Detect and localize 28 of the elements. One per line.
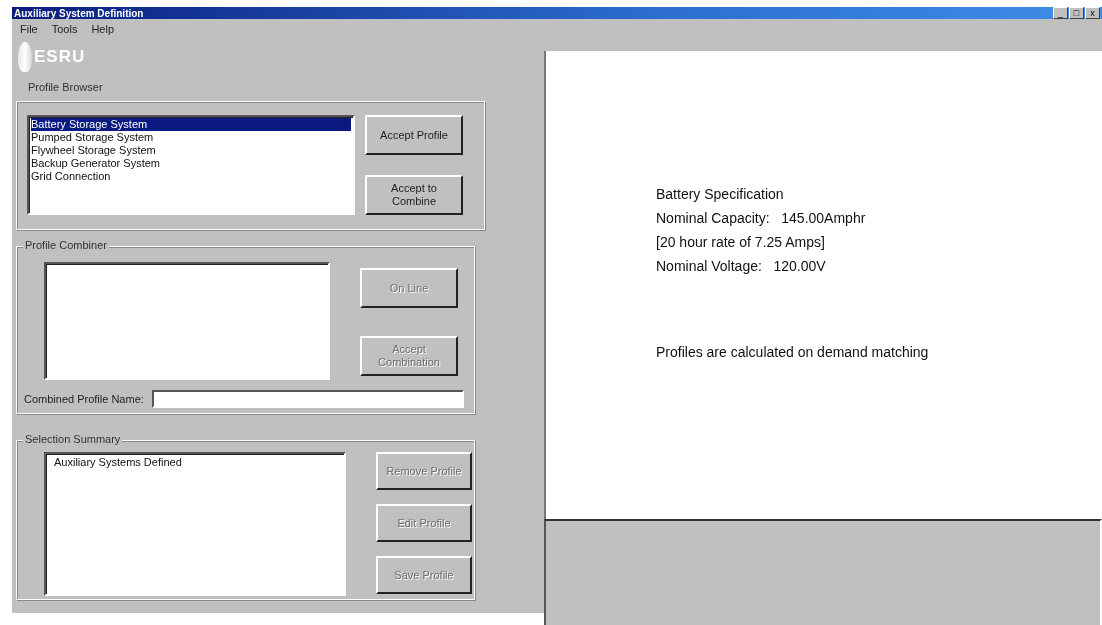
profile-list[interactable]: Battery Storage System Pumped Storage System Flywheel Storage System Backup Generator System Grid Connection bbox=[27, 115, 355, 215]
group-label: Profile Combiner bbox=[23, 239, 109, 251]
group-label: Profile Browser bbox=[27, 80, 104, 95]
detail-text: Nominal Voltage: 120.00V bbox=[656, 258, 827, 274]
button[interactable]: Accept to Combine bbox=[365, 175, 463, 215]
field-label: Combined Profile Name: bbox=[24, 393, 144, 405]
list-item[interactable]: Grid Connection bbox=[31, 170, 351, 183]
list-item[interactable]: Battery Storage System bbox=[31, 118, 351, 131]
combiner-list[interactable] bbox=[44, 262, 330, 380]
detail-text: Battery Specification bbox=[656, 186, 785, 202]
maximize-button[interactable]: □ bbox=[1069, 7, 1084, 19]
group-label: Selection Summary bbox=[23, 433, 123, 445]
menu-item[interactable]: Tools bbox=[51, 23, 78, 35]
menu-item[interactable]: Help bbox=[91, 23, 115, 35]
note-text: Profiles are calculated on demand matching bbox=[656, 344, 929, 360]
list-item: Auxiliary Systems Defined bbox=[54, 456, 183, 469]
close-button[interactable]: x bbox=[1085, 7, 1100, 19]
minimize-button[interactable]: _ bbox=[1053, 7, 1068, 19]
list-item[interactable]: Flywheel Storage System bbox=[31, 144, 351, 157]
list-item[interactable]: Pumped Storage System bbox=[31, 131, 351, 144]
button[interactable]: Accept Profile bbox=[365, 115, 463, 155]
logo-text: ESRU bbox=[34, 47, 86, 67]
window-title: Auxiliary System Definition bbox=[14, 7, 144, 19]
name-field[interactable] bbox=[151, 390, 464, 408]
detail-text: [20 hour rate of 7.25 Amps] bbox=[656, 234, 826, 250]
list-item[interactable]: Backup Generator System bbox=[31, 157, 351, 170]
menu-item[interactable]: File bbox=[20, 23, 38, 35]
detail-text: Nominal Capacity: 145.00Amphr bbox=[656, 210, 867, 226]
